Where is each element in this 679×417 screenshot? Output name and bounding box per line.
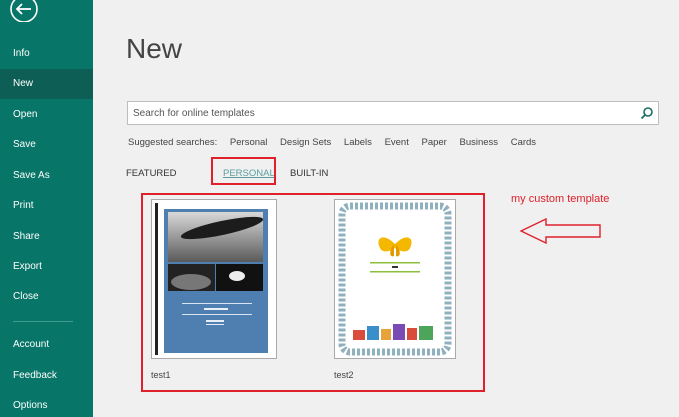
template-preview-image — [335, 200, 455, 358]
template-thumbnail-test2[interactable] — [334, 199, 456, 359]
sidebar-item-new[interactable]: New — [0, 69, 93, 99]
personal-tab-highlight-box — [211, 157, 276, 185]
tab-built-in[interactable]: BUILT-IN — [290, 168, 328, 179]
template-thumbnail-test1[interactable] — [151, 199, 277, 359]
main-panel: New Suggested searches: Personal Design … — [93, 0, 679, 417]
suggested-link-labels[interactable]: Labels — [344, 137, 372, 148]
backstage-sidebar: Info New Open Save Save As Print Share E… — [0, 0, 93, 417]
search-input[interactable] — [128, 102, 628, 124]
template-preview-image — [152, 200, 276, 358]
suggested-label: Suggested searches: — [128, 137, 218, 148]
back-button[interactable] — [8, 0, 40, 22]
sidebar-item-export[interactable]: Export — [0, 252, 93, 282]
suggested-searches: Suggested searches: Personal Design Sets… — [128, 137, 546, 148]
suggested-link-business[interactable]: Business — [460, 137, 499, 148]
suggested-link-personal[interactable]: Personal — [230, 137, 268, 148]
suggested-link-paper[interactable]: Paper — [422, 137, 447, 148]
back-arrow-icon — [10, 0, 38, 22]
sidebar-item-options[interactable]: Options — [0, 391, 93, 417]
sidebar-item-account[interactable]: Account — [0, 330, 93, 360]
search-box — [127, 101, 659, 125]
suggested-link-event[interactable]: Event — [385, 137, 409, 148]
page-title: New — [126, 33, 183, 64]
sidebar-item-open[interactable]: Open — [0, 100, 93, 130]
suggested-link-cards[interactable]: Cards — [511, 137, 536, 148]
sidebar-item-feedback[interactable]: Feedback — [0, 361, 93, 391]
tab-featured[interactable]: FEATURED — [126, 168, 177, 179]
sidebar-item-close[interactable]: Close — [0, 282, 93, 312]
annotation-text: my custom template — [511, 193, 610, 205]
sidebar-item-info[interactable]: Info — [0, 39, 93, 69]
annotation-arrow-icon — [520, 218, 601, 244]
sidebar-item-save[interactable]: Save — [0, 130, 93, 160]
template-name-test2: test2 — [334, 370, 354, 380]
suggested-link-design-sets[interactable]: Design Sets — [280, 137, 331, 148]
sidebar-item-print[interactable]: Print — [0, 191, 93, 221]
sidebar-item-share[interactable]: Share — [0, 222, 93, 252]
sidebar-divider — [13, 321, 73, 322]
template-name-test1: test1 — [151, 370, 171, 380]
sidebar-item-save-as[interactable]: Save As — [0, 161, 93, 191]
search-icon[interactable] — [640, 106, 654, 120]
